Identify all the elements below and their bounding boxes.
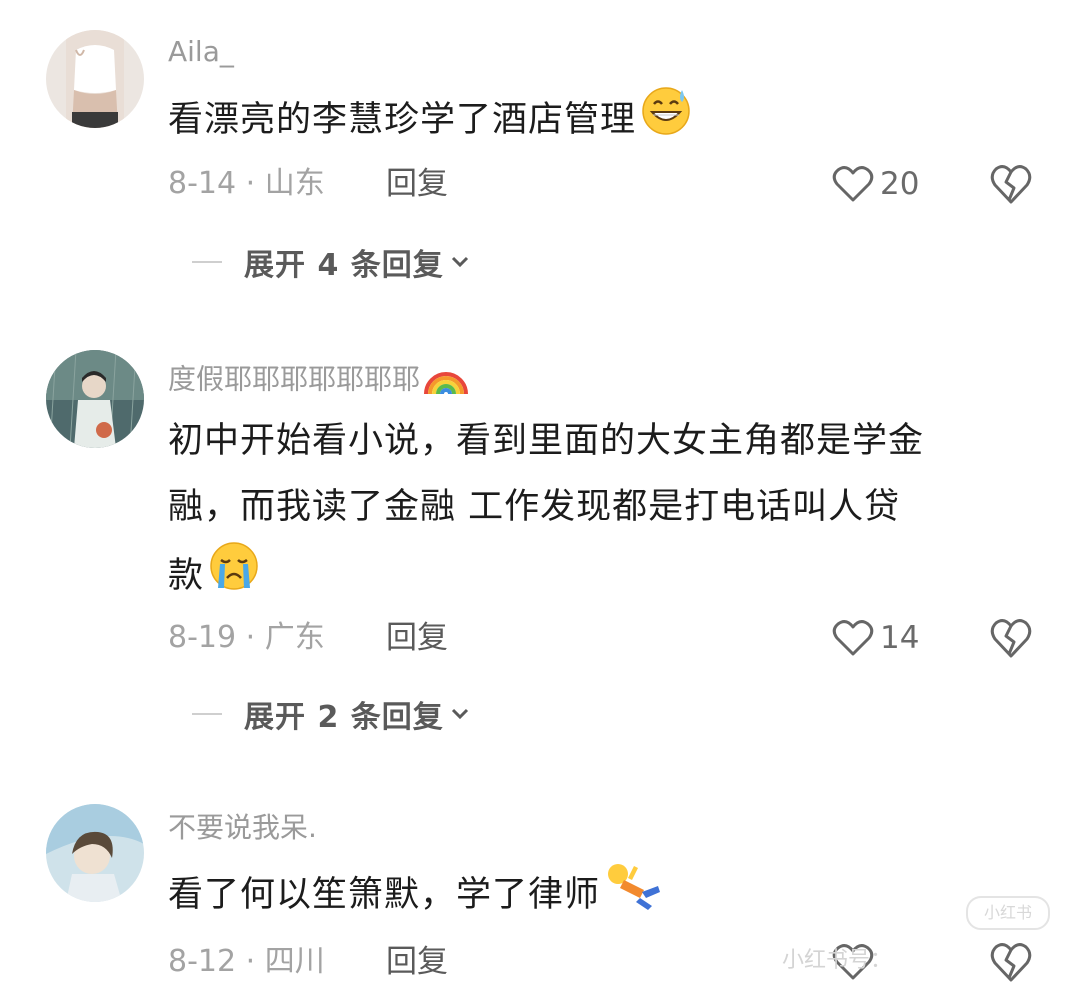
date-location: 8-12 · 四川 [168, 944, 325, 979]
chevron-down-icon [451, 708, 468, 720]
divider-line [192, 261, 222, 263]
like-button[interactable]: 20 [832, 162, 919, 206]
username-text: 度假耶耶耶耶耶耶耶 [168, 362, 421, 396]
username[interactable]: 度假耶耶耶耶耶耶耶 [168, 356, 470, 405]
date-location: 8-14 · 山东 [168, 166, 325, 201]
comment-text-line: 初中开始看小说，看到里面的大女主角都是学金 [168, 421, 925, 461]
avatar-image-icon [46, 30, 144, 128]
expand-replies-label: 展开 4 条回复 [244, 248, 444, 283]
comment-text: 看了何以笙箫默，学了律师 [168, 860, 1048, 932]
heart-icon [832, 620, 874, 656]
comment-text: 初中开始看小说，看到里面的大女主角都是学金 融，而我读了金融 工作发现都是打电话… [168, 408, 1048, 614]
broken-heart-icon [990, 619, 1032, 658]
dislike-button[interactable] [988, 162, 1034, 206]
like-count: 20 [880, 166, 920, 202]
heart-icon [832, 166, 874, 202]
comment-text-line: 款 [168, 556, 205, 596]
comment-text-body: 看了何以笙箫默，学了律师 [168, 875, 601, 915]
dislike-button[interactable] [988, 940, 1034, 984]
comment-text-body: 看漂亮的李慧珍学了酒店管理 [168, 100, 637, 140]
grinning-sweat-emoji-icon [640, 84, 692, 158]
expand-replies-label: 展开 2 条回复 [244, 700, 444, 735]
broken-heart-icon [990, 943, 1032, 982]
comment-text-line-last: 款 [168, 540, 1048, 614]
expand-replies-button[interactable]: 展开 4 条回复 [192, 242, 470, 283]
avatar[interactable] [46, 30, 144, 128]
reply-button[interactable]: 回复 [386, 618, 448, 658]
avatar[interactable] [46, 350, 144, 448]
avatar-image-icon [46, 350, 144, 448]
username[interactable]: Aila_ [168, 34, 234, 70]
reply-button[interactable]: 回复 [386, 164, 448, 204]
comment-text-line: 融，而我读了金融 工作发现都是打电话叫人贷 [168, 487, 901, 527]
crying-face-emoji-icon [208, 540, 260, 614]
watermark-footer: 小红书号： [782, 948, 893, 973]
like-count: 14 [880, 620, 920, 656]
date-location: 8-19 · 广东 [168, 620, 325, 655]
broken-heart-icon [990, 165, 1032, 204]
avatar[interactable] [46, 804, 144, 902]
expand-replies-button[interactable]: 展开 2 条回复 [192, 694, 470, 735]
divider-line [192, 713, 222, 715]
rainbow-emoji-icon [422, 356, 470, 405]
avatar-image-icon [46, 804, 144, 902]
fallen-person-emoji-icon [604, 860, 662, 932]
watermark-badge: 小红书 [966, 896, 1050, 930]
dislike-button[interactable] [988, 616, 1034, 660]
comment-text: 看漂亮的李慧珍学了酒店管理 [168, 84, 1048, 158]
like-button[interactable]: 14 [832, 616, 919, 660]
chevron-down-icon [451, 256, 468, 268]
reply-button[interactable]: 回复 [386, 942, 448, 982]
username[interactable]: 不要说我呆. [168, 810, 317, 846]
